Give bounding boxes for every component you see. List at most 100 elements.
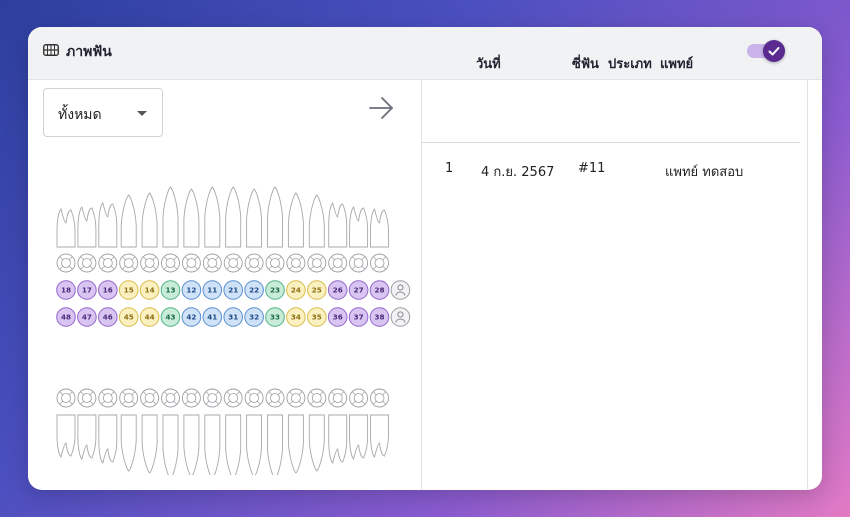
col-doctor: แพทย์ xyxy=(660,57,694,72)
tooth-number: 27 xyxy=(354,286,364,295)
tooth-filter-dropdown[interactable]: ทั้งหมด xyxy=(43,88,163,137)
tooth-42-button[interactable]: 42 xyxy=(181,307,202,327)
tooth-32-button[interactable]: 32 xyxy=(244,307,264,327)
upper-tooth-outline xyxy=(162,186,179,248)
tooth-36-button[interactable]: 36 xyxy=(327,307,348,327)
tooth-surface-core xyxy=(82,393,92,403)
tooth-number: 34 xyxy=(291,313,301,322)
tooth-number: 47 xyxy=(82,313,92,322)
tooth-surface-core xyxy=(249,393,260,403)
tooth-surface-core xyxy=(249,258,260,268)
tooth-24-button[interactable]: 24 xyxy=(286,280,306,300)
upper-tooth-outline xyxy=(328,202,348,248)
tooth-number: 12 xyxy=(186,286,196,295)
upper-tooth-outline xyxy=(204,186,221,248)
upper-tooth-outline xyxy=(141,192,158,248)
row-tooth: #11 xyxy=(578,161,606,176)
tooth-34-button[interactable]: 34 xyxy=(286,307,306,327)
tooth-number: 26 xyxy=(333,286,343,295)
tooth-surface-core xyxy=(332,258,343,268)
tooth-41-button[interactable]: 41 xyxy=(202,307,223,327)
tooth-46-button[interactable]: 46 xyxy=(98,307,118,327)
tooth-15-button[interactable]: 15 xyxy=(118,280,139,300)
lower-tooth-outline xyxy=(246,414,263,475)
tooth-48-button[interactable]: 48 xyxy=(56,307,76,327)
tooth-number: 28 xyxy=(374,286,384,295)
tooth-surface-core xyxy=(353,258,364,268)
tooth-44-button[interactable]: 44 xyxy=(139,307,160,327)
tooth-35-button[interactable]: 35 xyxy=(307,307,327,327)
tooth-37-button[interactable]: 37 xyxy=(348,307,369,327)
tooth-22-button[interactable]: 22 xyxy=(244,280,264,300)
tooth-surface-core xyxy=(165,258,176,268)
tooth-26-button[interactable]: 26 xyxy=(327,280,348,300)
missing-tooth-icons xyxy=(390,280,411,327)
tooth-surface-core xyxy=(144,258,155,268)
tooth-number: 22 xyxy=(249,286,259,295)
upper-tooth-outline xyxy=(120,194,137,248)
tooth-number: 15 xyxy=(124,286,134,295)
tooth-27-button[interactable]: 27 xyxy=(348,280,369,300)
tooth-14-button[interactable]: 14 xyxy=(139,280,160,300)
lower-tooth-outline xyxy=(183,414,200,475)
tooth-number: 21 xyxy=(228,286,238,295)
tooth-surface-core xyxy=(102,393,113,403)
tooth-chart: 18 17 16 15 14 13 12 11 21 22 23 24 25 26 27 28 48 47 46 45… xyxy=(56,186,411,475)
upper-tooth-outline xyxy=(246,188,263,248)
show-teeth-toggle[interactable] xyxy=(747,40,785,62)
tooth-number: 11 xyxy=(207,286,217,295)
dental-chart-card: ภาพฟัน ทั้งหมด 18 17 16 15 14 13 12 11 21 22 23 24 2… xyxy=(28,27,822,490)
col-type: ประเภท xyxy=(608,57,652,72)
tooth-45-button[interactable]: 45 xyxy=(118,307,139,327)
row-index: 1 xyxy=(445,161,454,176)
tooth-surface-core xyxy=(207,393,218,403)
lower-tooth-outline xyxy=(162,414,179,475)
arrow-right-icon[interactable] xyxy=(367,94,395,122)
teeth-icon xyxy=(43,44,59,56)
tooth-number: 44 xyxy=(145,313,155,322)
dropdown-selected-value: ทั้งหมด xyxy=(58,107,102,123)
lower-teeth-outlines xyxy=(56,414,389,475)
card-header: ภาพฟัน xyxy=(28,27,822,80)
tooth-surface-core xyxy=(82,258,92,268)
lower-tooth-outline xyxy=(328,414,348,464)
tooth-33-button[interactable]: 33 xyxy=(265,307,285,327)
tooth-28-button[interactable]: 28 xyxy=(369,280,390,300)
tooth-surface-core xyxy=(374,258,385,268)
tooth-number: 13 xyxy=(165,286,175,295)
tooth-11-button[interactable]: 11 xyxy=(202,280,223,300)
tooth-31-button[interactable]: 31 xyxy=(223,307,243,327)
tooth-13-button[interactable]: 13 xyxy=(160,280,181,300)
tooth-surface-core xyxy=(123,393,134,403)
lower-tooth-outline xyxy=(308,414,325,472)
tooth-18-button[interactable]: 18 xyxy=(56,280,76,300)
upper-tooth-outline xyxy=(225,186,242,248)
col-tooth: ซี่ฟัน xyxy=(572,57,599,72)
tooth-38-button[interactable]: 38 xyxy=(369,307,390,327)
tooth-surface-core xyxy=(228,258,239,268)
tooth-25-button[interactable]: 25 xyxy=(307,280,327,300)
tooth-21-button[interactable]: 21 xyxy=(223,280,243,300)
upper-teeth-outlines xyxy=(56,186,389,248)
tooth-number: 14 xyxy=(145,286,155,295)
lower-tooth-outline xyxy=(56,414,76,458)
tooth-number: 17 xyxy=(82,286,92,295)
tooth-16-button[interactable]: 16 xyxy=(98,280,118,300)
panel-edge xyxy=(807,80,808,490)
caret-down-icon xyxy=(137,111,147,116)
lower-tooth-outline xyxy=(267,414,283,475)
tooth-43-button[interactable]: 43 xyxy=(160,307,181,327)
upper-tooth-outline xyxy=(308,194,325,248)
tooth-number: 25 xyxy=(312,286,322,295)
tooth-number: 23 xyxy=(270,286,280,295)
tooth-12-button[interactable]: 12 xyxy=(181,280,202,300)
tooth-number: 42 xyxy=(186,313,196,322)
tooth-number: 45 xyxy=(124,313,134,322)
tooth-number: 31 xyxy=(228,313,238,322)
tooth-17-button[interactable]: 17 xyxy=(77,280,97,300)
tooth-47-button[interactable]: 47 xyxy=(77,307,97,327)
tooth-23-button[interactable]: 23 xyxy=(265,280,285,300)
table-header-divider xyxy=(422,142,800,143)
tooth-number: 43 xyxy=(165,313,175,322)
tooth-surface-core xyxy=(144,393,155,403)
